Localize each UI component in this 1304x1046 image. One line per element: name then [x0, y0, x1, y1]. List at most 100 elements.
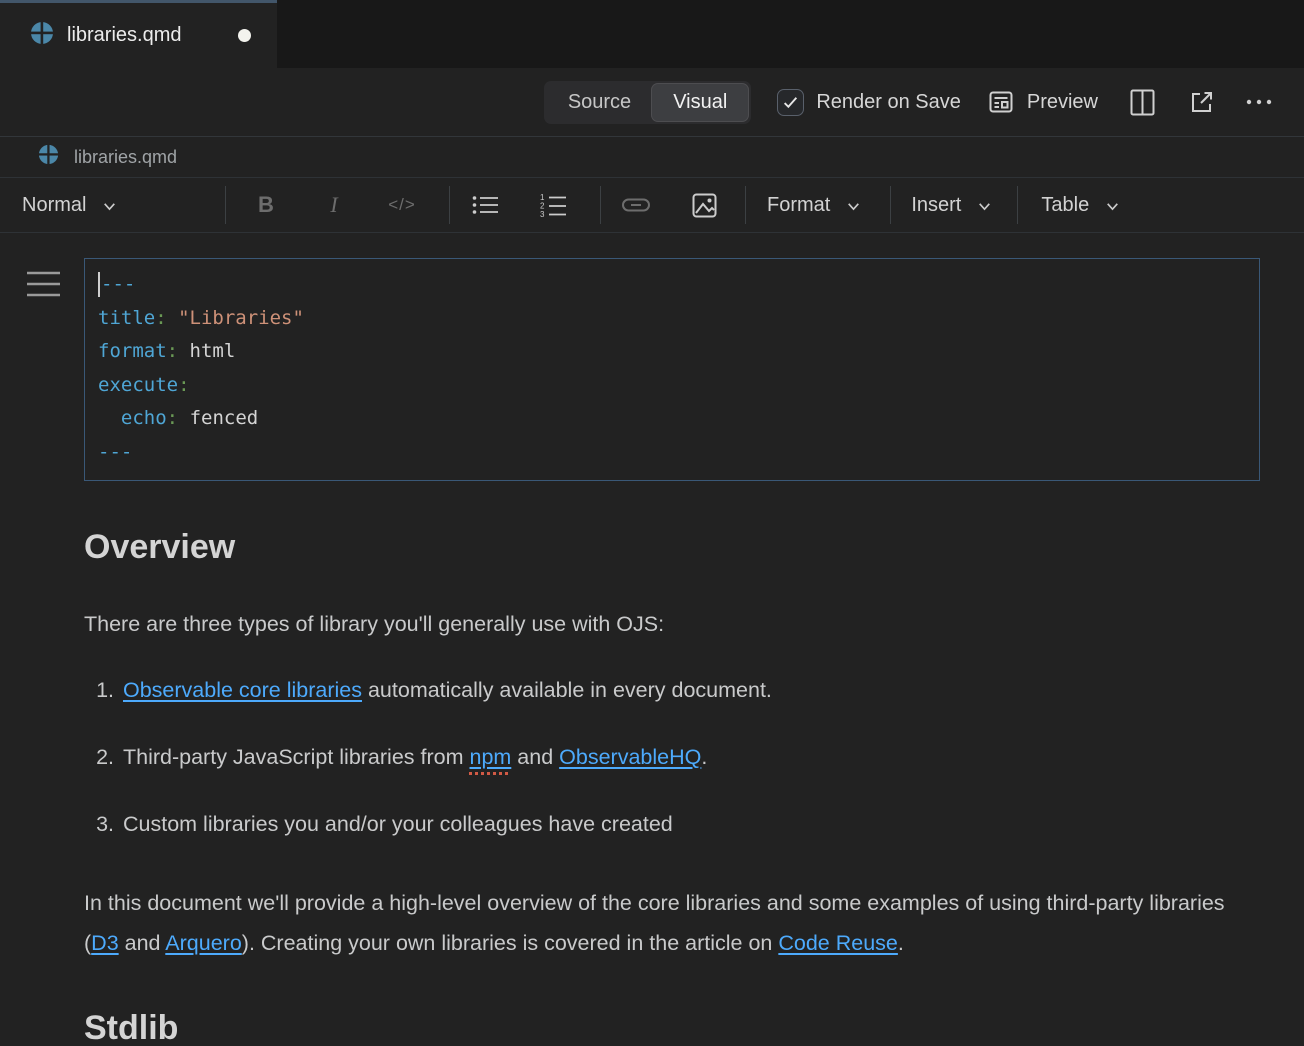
- chevron-down-icon: [1104, 198, 1121, 215]
- code-button[interactable]: </>: [368, 195, 436, 215]
- doc-link[interactable]: Arquero: [165, 931, 242, 955]
- link-button[interactable]: [602, 197, 670, 213]
- doc-link[interactable]: npm: [469, 745, 511, 769]
- doc-link[interactable]: ObservableHQ: [559, 745, 701, 769]
- bullet-list-icon: [472, 194, 499, 216]
- code-token-key: format: [98, 340, 167, 362]
- svg-text:3: 3: [540, 210, 545, 217]
- source-visual-toggle: Source Visual: [544, 81, 752, 124]
- toolbar-separator: [449, 186, 450, 224]
- text-segment: Custom libraries you and/or your colleag…: [123, 812, 673, 836]
- open-external-button[interactable]: [1189, 89, 1215, 115]
- misspelled-word: npm: [469, 745, 511, 769]
- bold-button[interactable]: B: [232, 192, 300, 218]
- split-editor-icon: [1130, 89, 1155, 116]
- ellipsis-icon: [1245, 98, 1273, 106]
- list-item-number: 2.: [84, 745, 114, 770]
- list-item: 3. Custom libraries you and/or your colle…: [84, 812, 1260, 837]
- insert-menu[interactable]: Insert: [911, 194, 993, 217]
- text-segment: .: [701, 745, 707, 769]
- more-actions-button[interactable]: [1245, 98, 1273, 106]
- numbered-list-icon: 1 2 3: [540, 193, 567, 217]
- code-token-key: execute: [98, 374, 178, 396]
- image-button[interactable]: [670, 193, 738, 218]
- code-line: echo: fenced: [98, 402, 1246, 436]
- list-item: 1. Observable core libraries automaticall…: [84, 678, 1260, 703]
- text-cursor: [98, 272, 100, 297]
- yaml-frontmatter-block[interactable]: ---title: "Libraries"format: htmlexecute…: [84, 258, 1260, 481]
- code-line: format: html: [98, 335, 1246, 369]
- code-token-plain: html: [190, 340, 236, 362]
- italic-button[interactable]: I: [300, 192, 368, 218]
- tab-libraries-qmd[interactable]: libraries.qmd: [0, 0, 277, 68]
- image-icon: [692, 193, 717, 218]
- code-token-key: ---: [101, 273, 135, 295]
- code-token-colon: :: [155, 307, 166, 329]
- format-menu[interactable]: Format: [767, 194, 862, 217]
- doc-link[interactable]: Observable core libraries: [123, 678, 362, 702]
- checkmark-icon: [782, 94, 799, 111]
- numbered-list-button[interactable]: 1 2 3: [519, 193, 587, 217]
- preview-button[interactable]: Preview: [987, 88, 1098, 116]
- code-token-colon: :: [167, 407, 178, 429]
- code-token-plain: [98, 407, 121, 429]
- split-editor-button[interactable]: [1130, 89, 1155, 116]
- preview-label: Preview: [1027, 91, 1098, 114]
- paragraph-style-dropdown[interactable]: Normal: [22, 194, 148, 217]
- chevron-down-icon: [101, 198, 118, 215]
- unsaved-changes-dot[interactable]: [238, 29, 251, 42]
- quarto-file-icon: [30, 21, 54, 50]
- text-segment: Third-party JavaScript libraries from: [123, 745, 469, 769]
- doc-link[interactable]: D3: [91, 931, 118, 955]
- format-toolbar: Normal B I </> 1 2 3: [0, 178, 1304, 233]
- body-paragraph: In this document we'll provide a high-le…: [84, 883, 1229, 963]
- code-token-key: echo: [121, 407, 167, 429]
- visual-editor-canvas[interactable]: ---title: "Libraries"format: htmlexecute…: [0, 233, 1304, 1046]
- toolbar-separator: [1017, 186, 1018, 224]
- table-menu[interactable]: Table: [1041, 194, 1121, 217]
- chevron-down-icon: [976, 198, 993, 215]
- code-token-plain: [167, 307, 178, 329]
- editor-action-bar: Source Visual Render on Save Preview: [0, 68, 1304, 137]
- list-item-text: Observable core libraries automatically …: [123, 678, 772, 703]
- tab-strip: libraries.qmd: [0, 0, 1304, 68]
- code-token-string: "Libraries": [178, 307, 304, 329]
- numbered-list: 1. Observable core libraries automaticall…: [84, 678, 1260, 837]
- render-on-save-checkbox[interactable]: [777, 89, 804, 116]
- tab-label: libraries.qmd: [67, 24, 181, 47]
- source-mode-button[interactable]: Source: [547, 84, 652, 121]
- section-heading-stdlib: Stdlib: [84, 1009, 1260, 1046]
- toolbar-separator: [225, 186, 226, 224]
- text-segment: and: [119, 931, 166, 955]
- code-token-key: ---: [98, 441, 132, 463]
- list-item-number: 3.: [84, 812, 114, 837]
- code-line: execute:: [98, 369, 1246, 403]
- list-item-text: Custom libraries you and/or your colleag…: [123, 812, 673, 837]
- code-line: ---: [98, 436, 1246, 470]
- list-item: 2. Third-party JavaScript libraries from …: [84, 745, 1260, 770]
- code-token-key: title: [98, 307, 155, 329]
- list-item-text: Third-party JavaScript libraries from np…: [123, 745, 707, 770]
- text-segment: and: [511, 745, 559, 769]
- code-line: ---: [98, 268, 1246, 302]
- quarto-file-icon-small: [38, 144, 59, 170]
- code-token-colon: :: [167, 340, 178, 362]
- toolbar-separator: [600, 186, 601, 224]
- intro-paragraph: There are three types of library you'll …: [84, 612, 1260, 637]
- doc-link[interactable]: Code Reuse: [778, 931, 898, 955]
- paragraph-style-value: Normal: [22, 194, 86, 217]
- preview-icon: [987, 88, 1015, 116]
- breadcrumb-file[interactable]: libraries.qmd: [74, 147, 177, 168]
- text-segment: .: [898, 931, 904, 955]
- render-on-save-group: Render on Save: [777, 89, 961, 116]
- open-external-icon: [1189, 89, 1215, 115]
- visual-mode-button[interactable]: Visual: [652, 84, 748, 121]
- block-drag-handle-icon[interactable]: [27, 270, 60, 303]
- bullet-list-button[interactable]: [451, 194, 519, 216]
- code-token-plain: [178, 407, 189, 429]
- code-line: title: "Libraries": [98, 302, 1246, 336]
- code-token-colon: :: [178, 374, 189, 396]
- toolbar-separator: [745, 186, 746, 224]
- text-segment: ). Creating your own libraries is covere…: [242, 931, 779, 955]
- list-item-number: 1.: [84, 678, 114, 703]
